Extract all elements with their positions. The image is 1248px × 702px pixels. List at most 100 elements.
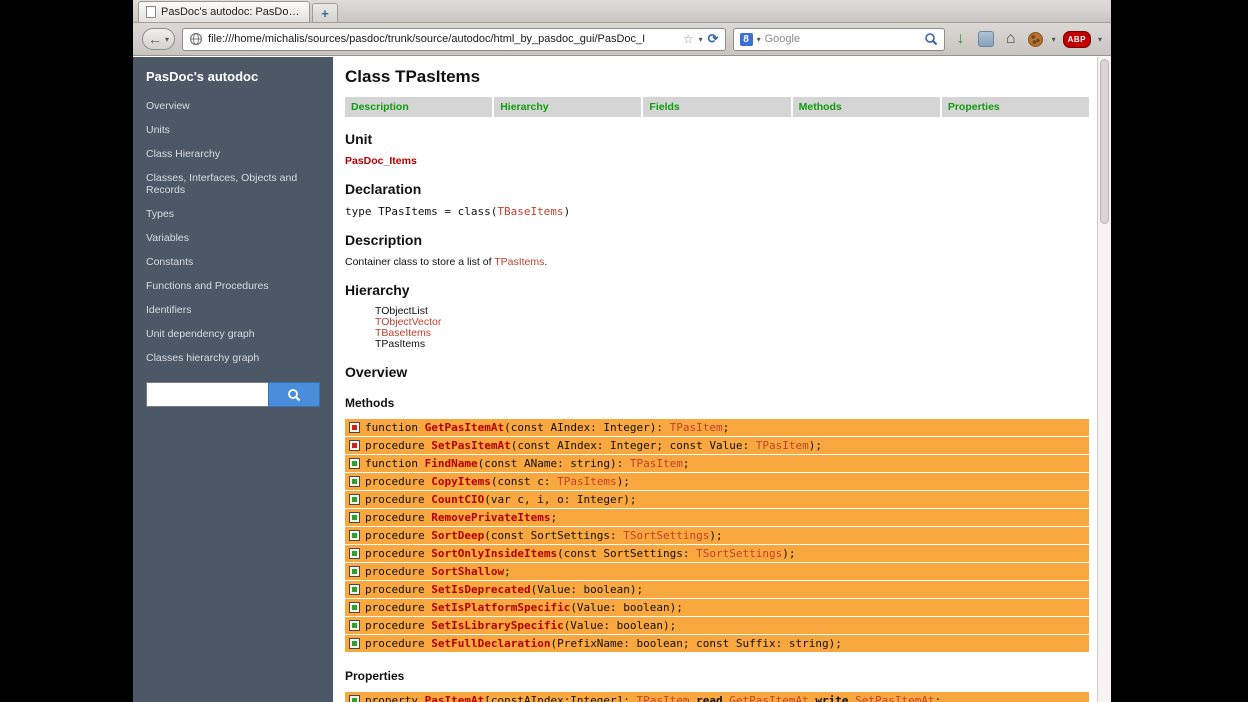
declaration-heading: Declaration: [345, 181, 1089, 197]
hierarchy-class-link[interactable]: TObjectVector: [375, 317, 1089, 328]
member-row: procedure CopyItems(const c: TPasItems);: [345, 473, 1089, 491]
sidebar-item[interactable]: Constants: [133, 250, 333, 274]
class-nav-link[interactable]: Hierarchy: [494, 97, 641, 117]
page-title: Class TPasItems: [345, 67, 1089, 87]
visibility-marker: [352, 623, 357, 628]
class-nav-link[interactable]: Methods: [793, 97, 940, 117]
history-dropdown-icon[interactable]: ▾: [165, 35, 169, 44]
back-forward-buttons[interactable]: ← ▾: [142, 28, 175, 50]
reload-icon[interactable]: ⟳: [708, 31, 719, 47]
identifier-link[interactable]: TPasItem: [637, 694, 690, 702]
sidebar-item[interactable]: Functions and Procedures: [133, 274, 333, 298]
class-nav-table: DescriptionHierarchyFieldsMethodsPropert…: [345, 97, 1089, 117]
public-visibility-icon: [349, 494, 360, 505]
member-name: PasItemAt: [425, 694, 485, 702]
member-declaration: procedure SetFullDeclaration(PrefixName:…: [365, 637, 842, 650]
code-text: procedure: [365, 619, 431, 632]
search-icon: [287, 388, 301, 402]
identifier-link[interactable]: TPasItem: [670, 421, 723, 434]
web-search-input[interactable]: Google: [765, 33, 920, 45]
member-row: procedure SetIsLibrarySpecific(Value: bo…: [345, 617, 1089, 635]
declaration-code: type TPasItems = class(TBaseItems): [345, 205, 1089, 218]
new-tab-button[interactable]: +: [312, 3, 338, 22]
properties-heading: Properties: [345, 669, 1089, 683]
back-icon[interactable]: ←: [148, 32, 162, 46]
sidebar-item[interactable]: Variables: [133, 226, 333, 250]
hierarchy-class-link[interactable]: TBaseItems: [375, 328, 1089, 339]
sidebar-item[interactable]: Identifiers: [133, 298, 333, 322]
sidebar-search-button[interactable]: [268, 382, 320, 407]
code-text: (Value: boolean);: [564, 619, 677, 632]
tab-bar: PasDoc's autodoc: PasDoc_I... +: [133, 0, 1111, 23]
member-name: RemovePrivateItems: [431, 511, 550, 524]
visibility-marker: [352, 461, 357, 466]
methods-table: function GetPasItemAt(const AIndex: Inte…: [345, 419, 1089, 653]
class-nav-link[interactable]: Description: [345, 97, 492, 117]
member-declaration: procedure SetIsPlatformSpecific(Value: b…: [365, 601, 683, 614]
code-text: function: [365, 421, 425, 434]
sidebar-item[interactable]: Types: [133, 202, 333, 226]
class-nav-link[interactable]: Properties: [942, 97, 1089, 117]
identifier-link[interactable]: TPasItems: [557, 475, 617, 488]
identifier-link[interactable]: TSortSettings: [696, 547, 782, 560]
search-bar[interactable]: 8 ▾ Google: [733, 28, 945, 51]
public-visibility-icon: [349, 620, 360, 631]
bookmark-star-icon[interactable]: ☆: [683, 32, 694, 46]
identifier-link[interactable]: SetPasItemAt: [855, 694, 934, 702]
code-text: ;: [550, 511, 557, 524]
public-visibility-icon: [349, 695, 360, 702]
identifier-link[interactable]: TSortSettings: [623, 529, 709, 542]
visibility-marker: [352, 479, 357, 484]
sidebar-item[interactable]: Classes hierarchy graph: [133, 346, 333, 370]
identifier-link[interactable]: TBaseItems: [497, 205, 563, 218]
url-bar[interactable]: file:///home/michalis/sources/pasdoc/tru…: [182, 28, 726, 51]
member-name: CountCIO: [431, 493, 484, 506]
identifier-link[interactable]: TPasItem: [756, 439, 809, 452]
code-text: ;: [935, 694, 942, 702]
sidebar-search-input[interactable]: [146, 382, 268, 407]
sidebar-item[interactable]: Classes, Interfaces, Objects and Records: [133, 166, 333, 202]
home-button[interactable]: ⌂: [1002, 30, 1020, 48]
member-declaration: procedure SetPasItemAt(const AIndex: Int…: [365, 439, 822, 452]
adblock-plus-icon[interactable]: ABP: [1063, 31, 1091, 48]
feed-button[interactable]: [977, 30, 995, 48]
search-icon[interactable]: [924, 32, 938, 46]
download-button[interactable]: ↓: [952, 30, 970, 48]
google-favicon[interactable]: 8: [740, 33, 753, 46]
url-dropdown-icon[interactable]: ▾: [699, 35, 703, 44]
member-row: procedure SetIsDeprecated(Value: boolean…: [345, 581, 1089, 599]
sidebar-item[interactable]: Units: [133, 118, 333, 142]
code-text: type TPasItems = class(: [345, 205, 497, 218]
browser-window: PasDoc's autodoc: PasDoc_I... + ← ▾ file…: [133, 0, 1111, 702]
member-row: procedure SortDeep(const SortSettings: T…: [345, 527, 1089, 545]
browser-tab[interactable]: PasDoc's autodoc: PasDoc_I...: [138, 1, 310, 22]
identifier-link[interactable]: TPasItem: [630, 457, 683, 470]
code-text: (const SortSettings:: [484, 529, 623, 542]
sidebar-title: PasDoc's autodoc: [133, 65, 333, 94]
unit-link[interactable]: PasDoc_Items: [345, 155, 1089, 167]
scrollbar-thumb[interactable]: [1100, 59, 1109, 224]
member-declaration: procedure SetIsDeprecated(Value: boolean…: [365, 583, 643, 596]
code-text: (const AName: string):: [478, 457, 630, 470]
member-row: property PasItemAt[constAIndex:Integer]:…: [345, 692, 1089, 702]
adblock-dropdown-icon[interactable]: ▾: [1098, 35, 1102, 44]
public-visibility-icon: [349, 566, 360, 577]
identifier-link[interactable]: GetPasItemAt: [729, 694, 808, 702]
cookie-extension-button[interactable]: [1027, 30, 1045, 48]
sidebar-item[interactable]: Class Hierarchy: [133, 142, 333, 166]
extension-dropdown-icon[interactable]: ▾: [1052, 35, 1056, 44]
rss-feed-icon: [978, 31, 994, 47]
sidebar-item[interactable]: Unit dependency graph: [133, 322, 333, 346]
identifier-link[interactable]: TPasItems: [494, 256, 544, 268]
url-text[interactable]: file:///home/michalis/sources/pasdoc/tru…: [208, 33, 678, 45]
visibility-marker: [352, 587, 357, 592]
doc-main: Class TPasItems DescriptionHierarchyFiel…: [333, 57, 1097, 702]
class-nav-link[interactable]: Fields: [643, 97, 790, 117]
sidebar-item[interactable]: Overview: [133, 94, 333, 118]
code-text: (Value: boolean);: [531, 583, 644, 596]
search-engine-dropdown-icon[interactable]: ▾: [757, 35, 761, 44]
member-row: procedure SortOnlyInsideItems(const Sort…: [345, 545, 1089, 563]
member-row: procedure RemovePrivateItems;: [345, 509, 1089, 527]
cookie-icon: [1028, 32, 1043, 47]
scrollbar[interactable]: [1097, 57, 1111, 702]
